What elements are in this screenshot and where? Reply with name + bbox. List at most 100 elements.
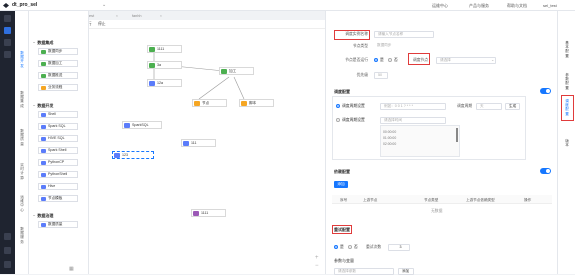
generate-button[interactable]: 生成	[505, 103, 520, 110]
node-item[interactable]: HIVE SQL	[38, 135, 78, 142]
retry-count-input[interactable]: 3	[388, 244, 410, 251]
schedule-node-select[interactable]: 请选择	[436, 57, 496, 64]
category-quality[interactable]: 数据质量	[19, 129, 25, 146]
node-item[interactable]: Spark Shell	[38, 147, 78, 154]
group-title[interactable]: 数据集成	[33, 40, 53, 46]
python-icon	[41, 161, 46, 165]
schedule-opt1-label: 调度周期设置	[342, 104, 365, 108]
category-integration[interactable]: 数据集成	[19, 91, 25, 108]
workflow-canvas[interactable]: 1111 3a 12a 加工 节点 脚本 SparkSQL 123 111 11…	[89, 29, 325, 274]
category-realtime[interactable]: 实时计算	[19, 163, 25, 180]
node-label: 3a	[157, 63, 161, 67]
th-type: 节点类型	[424, 198, 439, 202]
scrollbar[interactable]	[456, 128, 458, 142]
time-picker[interactable]: 请选择时间	[380, 117, 446, 124]
nav-ops[interactable]: 运维中心	[432, 3, 448, 9]
node-item-label: 数据加工	[48, 61, 63, 65]
settings-icon[interactable]	[4, 51, 11, 58]
node-item[interactable]: 数据加工	[38, 60, 78, 67]
grid-icon[interactable]: ▦	[69, 266, 74, 272]
canvas-node[interactable]: 111	[181, 139, 216, 147]
category-develop[interactable]: 数据开发	[19, 51, 25, 68]
node-icon	[149, 81, 155, 86]
section-params: 参数与变量	[334, 258, 354, 263]
cron-input[interactable]: 例如：0 0 1 ? * * *	[380, 103, 446, 110]
time-item[interactable]: 01:00:00	[383, 136, 396, 140]
node-icon	[221, 69, 227, 74]
group-title[interactable]: 数据治理	[33, 213, 53, 219]
node-item-label: 节点模板	[48, 196, 63, 200]
canvas-node[interactable]: SparkSQL	[122, 121, 162, 129]
node-item[interactable]: PythonCP	[38, 159, 78, 166]
bottom-tool-icon[interactable]	[4, 233, 11, 240]
user-name[interactable]: sel_test	[543, 3, 557, 8]
stop-button[interactable]: 停止	[98, 22, 106, 27]
project-name[interactable]: dt_pro_sel	[12, 2, 37, 8]
time-item[interactable]: 02:00:00	[383, 142, 396, 146]
node-item[interactable]: 业务流程	[38, 84, 78, 91]
category-ops[interactable]: 运维中心	[19, 195, 25, 212]
node-item[interactable]: 数据质量	[38, 221, 78, 228]
priority-input[interactable]: 50	[374, 72, 388, 79]
node-item[interactable]: 数据同步	[38, 48, 78, 55]
add-dependency-button[interactable]: 添加	[334, 181, 348, 188]
canvas-node[interactable]: 12a	[147, 79, 182, 87]
schedule-opt1-radio[interactable]	[336, 104, 340, 108]
canvas-node[interactable]: 脚本	[239, 99, 274, 107]
node-item[interactable]: 节点模板	[38, 195, 78, 202]
tab-label: fanhh	[132, 14, 142, 18]
sync-icon	[41, 50, 46, 54]
nav-help[interactable]: 帮助与文档	[507, 3, 527, 9]
schedule-opt2-radio[interactable]	[336, 118, 340, 122]
develop-icon[interactable]	[4, 27, 11, 34]
zoom-out-icon[interactable]: −	[315, 263, 319, 269]
side-version[interactable]: 版本	[564, 139, 570, 147]
node-icon	[149, 63, 155, 68]
node-item[interactable]: Shell	[38, 111, 78, 118]
node-item-label: Spark Shell	[48, 148, 67, 152]
side-schedule[interactable]: 调度配置	[564, 99, 570, 116]
node-item-label: PythonShell	[48, 172, 68, 176]
category-service[interactable]: 数据服务	[19, 227, 25, 244]
home-icon[interactable]	[4, 15, 11, 22]
time-item[interactable]: 00:00:00	[383, 130, 396, 134]
node-item[interactable]: PythonShell	[38, 171, 78, 178]
retry-yes-radio[interactable]	[334, 245, 338, 249]
nav-products[interactable]: 产品与服务	[469, 3, 489, 9]
canvas-node[interactable]: 3a	[147, 61, 182, 69]
close-icon[interactable]: ×	[160, 13, 162, 20]
collapse-icon[interactable]	[4, 261, 11, 268]
canvas-node[interactable]: 加工	[219, 67, 254, 75]
node-icon	[193, 211, 199, 216]
cycle-select[interactable]: 天	[476, 103, 502, 110]
node-name-input[interactable]: 请输入节点名称	[374, 31, 434, 38]
integration-icon[interactable]	[4, 39, 11, 46]
group-title[interactable]: 数据开发	[33, 103, 53, 109]
node-label: 111	[191, 141, 197, 145]
node-item[interactable]: Spark SQL	[38, 123, 78, 130]
retry-no-radio[interactable]	[348, 245, 352, 249]
side-params[interactable]: 参数配置	[564, 73, 570, 90]
node-label: 加工	[229, 69, 237, 73]
canvas-node[interactable]: 1111	[191, 209, 226, 217]
node-item[interactable]: 数据推送	[38, 72, 78, 79]
node-label: SparkSQL	[132, 123, 149, 127]
close-icon[interactable]: ×	[116, 13, 118, 20]
bottom-user-icon[interactable]	[4, 247, 11, 254]
left-rail	[0, 11, 15, 274]
node-label: 12a	[157, 81, 163, 85]
schedule-toggle[interactable]	[540, 88, 551, 94]
top-bar: dt_pro_sel ⌄ 运维中心 产品与服务 帮助与文档 sel_test	[0, 0, 575, 11]
tab-fanhh[interactable]: fanhh ×	[123, 13, 165, 20]
canvas-node-selected[interactable]: 123	[112, 151, 154, 159]
side-basic[interactable]: 基本配置	[564, 41, 570, 58]
chevron-down-icon[interactable]: ⌄	[102, 2, 106, 8]
canvas-node[interactable]: 节点	[192, 99, 227, 107]
node-label: 脚本	[249, 101, 257, 105]
dependency-toggle[interactable]	[540, 168, 551, 174]
run-no-radio[interactable]	[388, 58, 392, 62]
zoom-in-icon[interactable]: +	[315, 255, 319, 261]
run-yes-radio[interactable]	[374, 58, 378, 62]
canvas-node[interactable]: 1111	[147, 45, 182, 53]
node-item[interactable]: Hive	[38, 183, 78, 190]
